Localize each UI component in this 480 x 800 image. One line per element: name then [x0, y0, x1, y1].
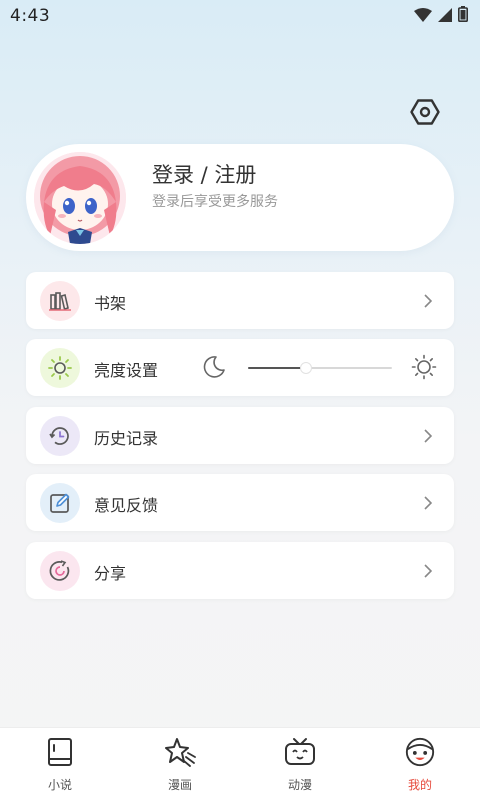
signal-icon: [438, 7, 452, 26]
wifi-icon: [414, 7, 432, 26]
menu-label-bookshelf: 书架: [94, 294, 127, 313]
menu-item-brightness: 亮度设置: [26, 339, 454, 396]
brightness-icon: [40, 348, 80, 388]
chevron-right-icon: [420, 493, 436, 513]
bookshelf-icon: [40, 281, 80, 321]
sun-icon[interactable]: [411, 354, 437, 384]
feedback-icon: [40, 483, 80, 523]
status-time: 4:43: [10, 6, 51, 26]
battery-icon: [458, 6, 468, 26]
menu-label-feedback: 意见反馈: [94, 496, 159, 515]
tv-icon: [284, 736, 316, 768]
brightness-slider-fill: [248, 367, 306, 369]
menu-label-brightness: 亮度设置: [94, 361, 159, 380]
profile-face-icon: [404, 736, 436, 768]
settings-button[interactable]: [407, 96, 443, 132]
nav-label-novel: 小说: [47, 778, 72, 792]
nav-tab-comic[interactable]: 漫画: [120, 728, 240, 800]
menu-item-share[interactable]: 分享: [26, 542, 454, 599]
status-bar: 4:43: [0, 0, 480, 32]
brightness-slider[interactable]: [248, 362, 392, 374]
moon-icon[interactable]: [202, 355, 226, 383]
book-icon: [44, 736, 76, 768]
avatar[interactable]: [34, 152, 126, 244]
star-icon: [164, 736, 196, 768]
chevron-right-icon: [420, 291, 436, 311]
login-subtitle: 登录后享受更多服务: [152, 194, 278, 210]
menu-item-bookshelf[interactable]: 书架: [26, 272, 454, 329]
chevron-right-icon: [420, 561, 436, 581]
nav-label-mine: 我的: [407, 778, 432, 792]
login-title[interactable]: 登录 / 注册: [152, 159, 256, 189]
nav-label-anime: 动漫: [287, 778, 312, 792]
menu-label-share: 分享: [94, 564, 127, 583]
nav-tab-mine[interactable]: 我的: [360, 728, 480, 800]
share-icon: [40, 551, 80, 591]
brightness-slider-thumb[interactable]: [299, 362, 312, 374]
chevron-right-icon: [420, 426, 436, 446]
bottom-nav: 小说 漫画 动漫 我的: [0, 727, 480, 800]
nav-label-comic: 漫画: [167, 778, 192, 792]
gear-icon: [410, 97, 440, 131]
menu-label-history: 历史记录: [94, 429, 159, 448]
profile-card[interactable]: 登录 / 注册 登录后享受更多服务: [26, 144, 454, 251]
nav-tab-novel[interactable]: 小说: [0, 728, 120, 800]
menu-item-feedback[interactable]: 意见反馈: [26, 474, 454, 531]
history-icon: [40, 416, 80, 456]
status-icons: [414, 6, 468, 26]
nav-tab-anime[interactable]: 动漫: [240, 728, 360, 800]
menu-item-history[interactable]: 历史记录: [26, 407, 454, 464]
